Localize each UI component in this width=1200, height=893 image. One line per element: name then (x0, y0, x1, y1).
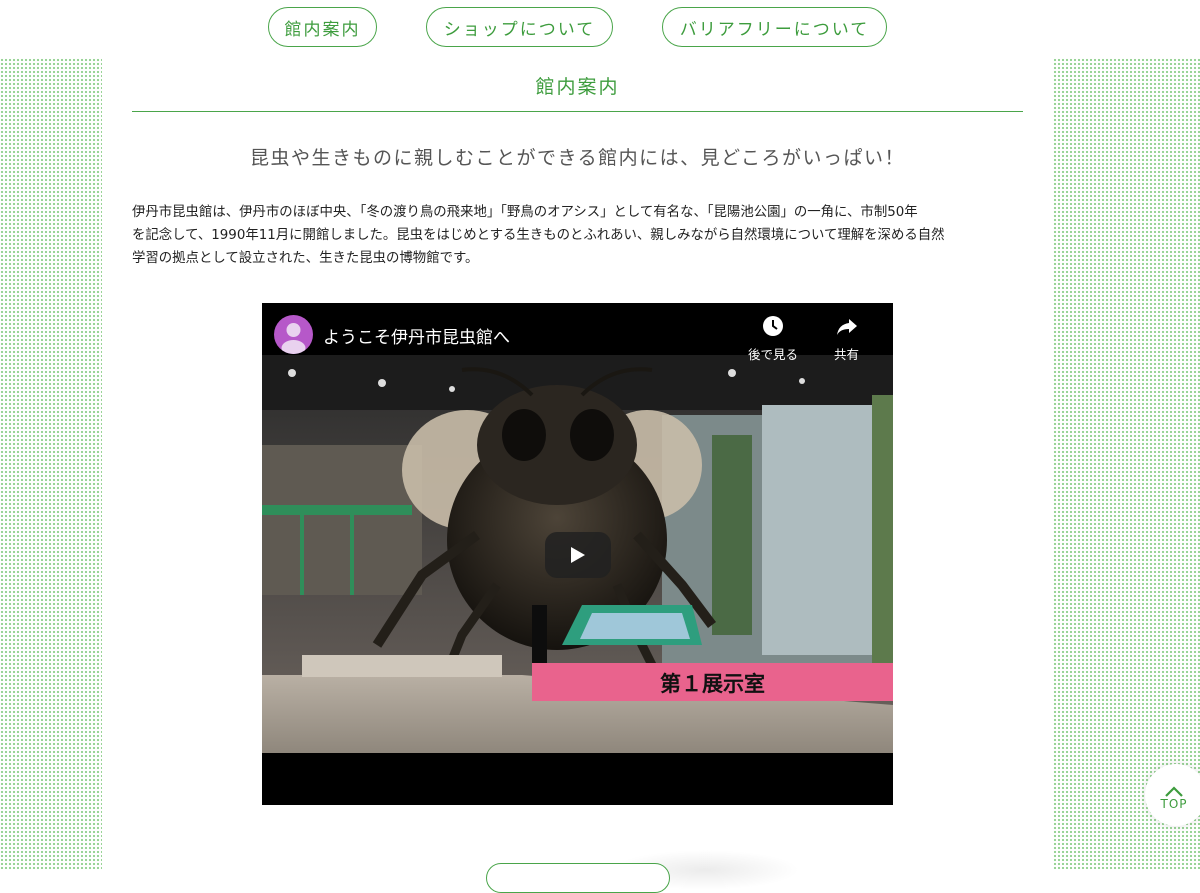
intro-line-1: 伊丹市昆虫館は、伊丹市のほぼ中央、「冬の渡り鳥の飛来地」「野鳥のオアシス」として… (132, 205, 918, 220)
nav-pill-barrier-free[interactable]: バリアフリーについて (662, 7, 887, 47)
next-section-button[interactable] (486, 863, 670, 893)
intro-paragraph: 伊丹市昆虫館は、伊丹市のほぼ中央、「冬の渡り鳥の飛来地」「野鳥のオアシス」として… (132, 201, 1023, 270)
share-label: 共有 (834, 347, 860, 362)
avatar (281, 323, 306, 354)
play-icon (571, 547, 585, 563)
nav-pill-shop[interactable]: ショップについて (426, 7, 613, 47)
watch-later-label: 後で見る (748, 347, 799, 362)
dotted-background-left (0, 58, 102, 869)
page-top-label: TOP (1160, 797, 1188, 811)
intro-line-3: 学習の拠点として設立された、生きた昆虫の博物館です。 (132, 251, 479, 266)
embedded-video-player[interactable]: ようこそ伊丹市昆虫館へ 後で見る 共有 第１展示室 (262, 303, 893, 805)
share-button[interactable]: 共有 (834, 315, 859, 363)
section-subtitle: 昆虫や生きものに親しむことができる館内には、見どころがいっぱい！ (249, 147, 906, 169)
channel-avatar[interactable] (274, 315, 313, 354)
nav-pill-facility-guide[interactable]: 館内案内 (268, 7, 377, 47)
page-top-button[interactable]: TOP (1145, 764, 1200, 826)
intro-line-2: を記念して、1990年11月に開館しました。昆虫をはじめとする生きものとふれあい… (132, 228, 945, 243)
play-button[interactable] (545, 532, 611, 578)
dotted-background-right (1053, 58, 1200, 869)
clock-icon (763, 316, 783, 336)
section-title: 館内案内 (535, 76, 620, 98)
watch-later-button[interactable]: 後で見る (748, 315, 798, 363)
share-icon (836, 319, 857, 335)
top-navigation: 館内案内 ショップについて バリアフリーについて (0, 0, 1200, 58)
exhibit-caption: 第１展示室 (660, 672, 765, 696)
section-divider (132, 111, 1023, 112)
video-title[interactable]: ようこそ伊丹市昆虫館へ (323, 323, 510, 348)
